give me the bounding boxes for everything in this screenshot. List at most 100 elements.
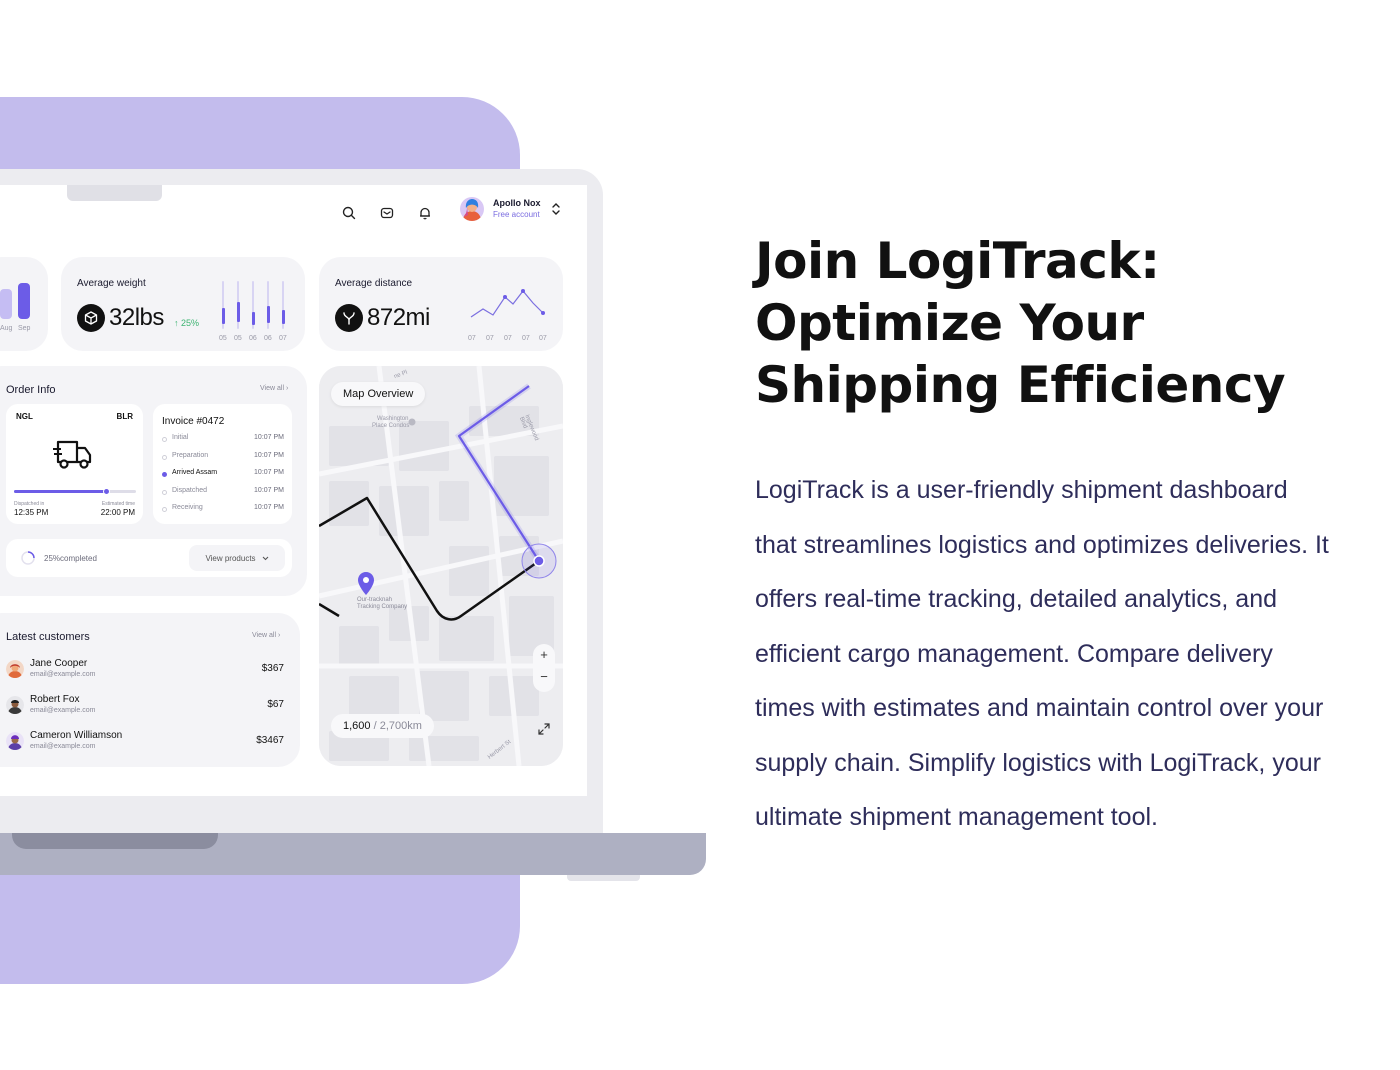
estimated-label: Estimated time: [101, 501, 135, 507]
map-overview-card[interactable]: Our-tracknah Tracking Company Washington…: [319, 366, 563, 766]
distance-tick-label: 07: [486, 335, 494, 342]
step-time: 10:07 PM: [254, 486, 284, 494]
invoice-step: Dispatched 10:07 PM: [162, 487, 284, 499]
map-place-label: Place Condos: [372, 423, 410, 429]
weight-tick-label: 06: [264, 335, 272, 342]
weight-level-track: [281, 281, 285, 329]
truck-icon: [53, 440, 92, 469]
dispatched-label: Dispatched in: [14, 501, 45, 507]
route-icon: [335, 304, 363, 332]
customer-name: Cameron Williamson: [30, 730, 123, 741]
average-distance-card: Average distance 872mi 07 07 07 07 07: [319, 257, 563, 351]
invoice-step: Arrived Assam 10:07 PM: [162, 469, 284, 481]
monthly-chart-card: Aug Sep: [0, 257, 48, 351]
completion-panel: 25%completed View products: [6, 539, 292, 577]
weight-level-track: [221, 281, 225, 329]
search-icon[interactable]: [336, 200, 362, 226]
map-place-label: Our-tracknah: [357, 597, 393, 603]
step-time: 10:07 PM: [254, 504, 284, 511]
view-products-button[interactable]: View products: [189, 545, 285, 571]
account-switch-icon[interactable]: [550, 201, 562, 222]
invoice-step: Initial 10:07 PM: [162, 434, 284, 446]
user-plan: Free account: [493, 210, 540, 219]
weight-tick-label: 06: [249, 335, 257, 342]
map-title-chip: Map Overview: [331, 382, 426, 406]
customers-view-all-link[interactable]: View all ›: [252, 632, 280, 639]
card-title: Average distance: [335, 278, 413, 289]
customer-email: email@example.com: [30, 743, 96, 750]
step-name: Arrived Assam: [172, 469, 218, 476]
bell-icon[interactable]: [412, 200, 438, 226]
description-line: efficient cargo management. Compare deli…: [755, 639, 1273, 668]
box-icon: [77, 304, 105, 332]
distance-tick-label: 07: [504, 335, 512, 342]
customer-row[interactable]: Cameron Williamson email@example.com $34…: [6, 729, 286, 759]
weight-level-bar: [251, 312, 255, 325]
customer-email: email@example.com: [30, 707, 96, 714]
user-avatar[interactable]: [460, 197, 484, 221]
customer-avatar: [6, 660, 24, 678]
description-line: that streamlines logistics and optimizes…: [755, 530, 1329, 559]
average-weight-value: 32lbs: [109, 304, 164, 331]
weight-tick-label: 07: [279, 335, 287, 342]
distance-done: 1,600: [343, 720, 371, 732]
customer-row[interactable]: Robert Fox email@example.com $67: [6, 693, 286, 723]
weight-level-track: [251, 281, 255, 329]
zoom-controls: + −: [533, 644, 555, 692]
invoice-step: Preparation 10:07 PM: [162, 452, 284, 464]
chart-tick-label: Aug: [0, 325, 13, 332]
step-name: Dispatched: [172, 486, 208, 494]
zoom-out-button[interactable]: −: [533, 669, 555, 684]
distance-total: / 2,700km: [373, 720, 422, 732]
step-dot: [162, 507, 167, 512]
customer-row[interactable]: Jane Cooper email@example.com $367: [6, 657, 286, 687]
headline-line: Optimize Your: [755, 294, 1144, 352]
description-line: times with estimates and maintain contro…: [755, 694, 1324, 722]
progress-ring-icon: [21, 551, 35, 565]
mail-icon[interactable]: [374, 200, 400, 226]
weight-level-bar: [266, 306, 270, 323]
step-name: Initial: [172, 434, 189, 441]
laptop-foot: [567, 875, 640, 881]
view-products-label: View products: [205, 553, 256, 563]
card-title: Average weight: [77, 278, 146, 289]
dispatched-time: 12:35 PM: [14, 508, 49, 517]
step-time: 10:07 PM: [254, 469, 284, 476]
average-weight-card: Average weight 32lbs ↑ 25% 05 05 06 06 0…: [61, 257, 305, 351]
distance-sparkline: [470, 289, 545, 318]
distance-tick-label: 07: [539, 335, 547, 342]
step-name: Receiving: [172, 504, 203, 511]
camera-notch: [67, 185, 162, 201]
description-line: supply chain. Simplify logistics with Lo…: [755, 748, 1321, 777]
invoice-panel: Invoice #0472 Initial 10:07 PM Preparation…: [153, 404, 292, 524]
step-dot: [162, 437, 167, 442]
weight-level-track: [266, 281, 270, 329]
weight-level-track: [236, 281, 240, 329]
weight-tick-label: 05: [234, 335, 242, 342]
description-line: LogiTrack is a user-friendly shipment da…: [755, 476, 1288, 504]
view-all-label: View all: [252, 632, 276, 639]
zoom-in-button[interactable]: +: [533, 647, 555, 662]
chart-bar: [18, 283, 30, 319]
expand-icon[interactable]: [533, 718, 555, 740]
user-name: Apollo Nox: [493, 198, 541, 208]
origin-code: NGL: [16, 412, 33, 421]
weight-level-bar: [236, 302, 240, 322]
customer-amount: $367: [261, 663, 284, 674]
view-all-label: View all: [260, 385, 284, 392]
laptop-base-notch: [12, 833, 218, 849]
customer-avatar: [6, 732, 24, 750]
invoice-number: Invoice #0472: [162, 416, 225, 427]
order-info-title: Order Info: [6, 384, 56, 396]
chevron-down-icon: [262, 556, 268, 560]
weight-level-bar: [221, 308, 225, 324]
map-place-label: Tracking Company: [357, 604, 408, 610]
order-view-all-link[interactable]: View all ›: [260, 385, 288, 392]
route-progress-handle: [102, 488, 110, 495]
weight-tick-label: 05: [219, 335, 227, 342]
step-time: 10:07 PM: [254, 434, 284, 441]
customer-email: email@example.com: [30, 671, 96, 678]
customer-name: Robert Fox: [30, 694, 80, 705]
step-name: Preparation: [172, 451, 209, 459]
customer-avatar: [6, 696, 24, 714]
